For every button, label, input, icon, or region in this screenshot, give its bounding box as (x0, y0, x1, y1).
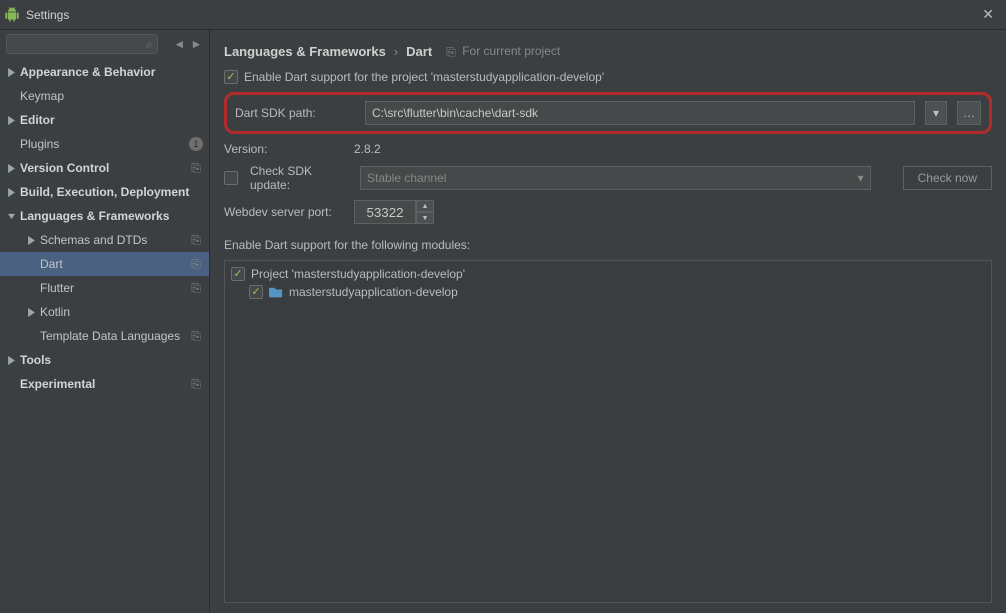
enable-dart-label: Enable Dart support for the project 'mas… (244, 70, 604, 84)
module-root-checkbox[interactable] (231, 267, 245, 281)
port-step-down[interactable]: ▼ (416, 212, 434, 224)
modules-section-label: Enable Dart support for the following mo… (224, 238, 992, 252)
tree-item-keymap[interactable]: Keymap (0, 84, 209, 108)
sdk-path-highlight: Dart SDK path: ▾ … (224, 92, 992, 134)
chevron-down-icon: ▾ (858, 171, 864, 185)
tree-item-appearance[interactable]: Appearance & Behavior (0, 60, 209, 84)
breadcrumb-parent[interactable]: Languages & Frameworks (224, 44, 386, 59)
module-folder-icon (269, 286, 283, 298)
chevron-right-icon (6, 163, 16, 173)
tree-item-plugins[interactable]: Plugins 1 (0, 132, 209, 156)
project-scope-icon: ⎘ (189, 281, 203, 296)
chevron-right-icon (6, 355, 16, 365)
modules-list: Project 'masterstudyapplication-develop'… (224, 260, 992, 603)
sdk-path-input[interactable] (365, 101, 915, 125)
settings-content: Languages & Frameworks › Dart ⎘ For curr… (210, 30, 1006, 613)
project-scope-icon: ⎘ (189, 257, 203, 272)
project-scope-hint: ⎘ For current project (446, 44, 560, 58)
chevron-right-icon (6, 115, 16, 125)
tree-item-build[interactable]: Build, Execution, Deployment (0, 180, 209, 204)
chevron-right-icon (6, 187, 16, 197)
sdk-path-label: Dart SDK path: (235, 106, 355, 120)
version-value: 2.8.2 (354, 142, 381, 156)
module-row-root[interactable]: Project 'masterstudyapplication-develop' (231, 265, 985, 283)
breadcrumb-current: Dart (406, 44, 432, 59)
webdev-port-input[interactable] (354, 200, 416, 224)
tree-item-tools[interactable]: Tools (0, 348, 209, 372)
breadcrumb-separator-icon: › (394, 44, 398, 59)
channel-select[interactable]: Stable channel ▾ (360, 166, 871, 190)
project-scope-icon: ⎘ (446, 45, 458, 57)
tree-item-editor[interactable]: Editor (0, 108, 209, 132)
breadcrumb: Languages & Frameworks › Dart (224, 44, 432, 59)
project-scope-icon: ⎘ (189, 233, 203, 248)
tree-item-languages[interactable]: Languages & Frameworks (0, 204, 209, 228)
tree-item-version-control[interactable]: Version Control ⎘ (0, 156, 209, 180)
module-child-checkbox[interactable] (249, 285, 263, 299)
plugins-update-badge: 1 (189, 137, 203, 151)
project-scope-icon: ⎘ (189, 329, 203, 344)
tree-item-experimental[interactable]: Experimental ⎘ (0, 372, 209, 396)
tree-item-flutter[interactable]: Flutter ⎘ (0, 276, 209, 300)
close-button[interactable]: ✕ (978, 6, 998, 23)
check-sdk-update-label: Check SDK update: (250, 164, 350, 192)
port-step-up[interactable]: ▲ (416, 200, 434, 212)
tree-item-dart[interactable]: Dart ⎘ (0, 252, 209, 276)
nav-back-button[interactable]: ◄ (173, 35, 186, 53)
project-scope-icon: ⎘ (189, 377, 203, 392)
version-label: Version: (224, 142, 344, 156)
tree-item-kotlin[interactable]: Kotlin (0, 300, 209, 324)
webdev-port-label: Webdev server port: (224, 205, 344, 219)
chevron-right-icon (26, 235, 36, 245)
chevron-down-icon (6, 211, 16, 221)
module-row-child[interactable]: masterstudyapplication-develop (231, 283, 985, 301)
android-icon (4, 7, 20, 23)
chevron-right-icon (26, 307, 36, 317)
search-input[interactable] (6, 34, 158, 54)
enable-dart-checkbox[interactable] (224, 70, 238, 84)
check-now-button[interactable]: Check now (903, 166, 992, 190)
tree-item-schemas[interactable]: Schemas and DTDs ⎘ (0, 228, 209, 252)
sdk-path-history-dropdown[interactable]: ▾ (925, 101, 947, 125)
sdk-path-browse-button[interactable]: … (957, 101, 981, 125)
project-scope-icon: ⎘ (189, 161, 203, 176)
tree-item-templates[interactable]: Template Data Languages ⎘ (0, 324, 209, 348)
settings-sidebar: ⌕ ◄ ► Appearance & Behavior Keymap Edito… (0, 30, 210, 613)
chevron-right-icon (6, 67, 16, 77)
settings-tree: Appearance & Behavior Keymap Editor Plug… (0, 58, 209, 613)
title-bar: Settings ✕ (0, 0, 1006, 30)
window-title: Settings (26, 8, 69, 22)
check-sdk-update-checkbox[interactable] (224, 171, 238, 185)
nav-forward-button[interactable]: ► (190, 35, 203, 53)
